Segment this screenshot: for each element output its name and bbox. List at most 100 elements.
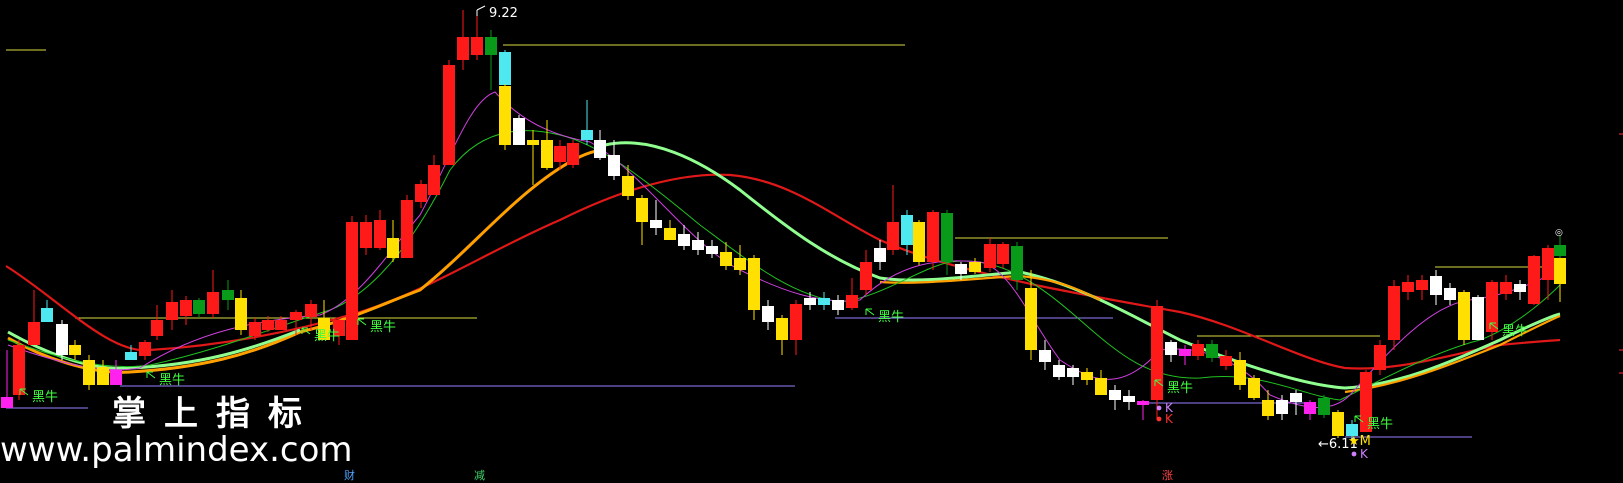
candle-body [776,318,788,340]
candle-body [1402,282,1414,292]
candle-body [1444,288,1456,300]
candle-body [1081,372,1093,380]
candle-body [1514,284,1526,292]
candle-body [97,367,109,385]
marker-jian: 减 [474,469,485,482]
candle-body [305,304,317,317]
candle-body [1206,344,1218,358]
candle-body [513,118,525,145]
candle-body [1472,297,1484,340]
candle-body [443,65,455,165]
candle-body [1318,398,1330,415]
candle-body [275,320,287,330]
candle-body [748,258,760,310]
candle-body [554,146,566,162]
candle-body [139,342,151,356]
candle-body [1067,368,1079,377]
candle-body [955,264,967,274]
candle-body [1039,350,1051,362]
candle-body [1192,344,1204,356]
candle-body [941,213,953,262]
candle-body [846,295,858,308]
candle-body [1276,400,1288,414]
high-price-arrow [476,5,486,16]
k-marker-label: K [1165,412,1174,426]
watermark-cn: 掌上指标 [112,394,320,434]
watermark-url: www.palmindex.com [0,430,353,470]
m-marker-label: ★M [1348,434,1371,449]
candle-body [1,397,13,408]
candle-body [387,238,399,258]
candle-body [28,322,40,345]
candle-body [1304,402,1316,414]
candle-body [249,322,261,336]
candle-body [499,86,511,145]
candle-body [125,352,137,360]
signal-label: 黑牛 [314,329,340,344]
signal-label: 黑牛 [370,320,396,335]
candle-body [262,320,274,330]
signal-label: 黑牛 [1167,381,1193,396]
candle-body [1430,276,1442,295]
candle-body [56,324,68,355]
candle-body [180,300,192,316]
candle-body [193,300,205,314]
candle-body [401,200,413,258]
candle-body [734,258,746,270]
candle-body [1011,246,1023,280]
candle-body [360,222,372,248]
candle-body [1234,360,1246,385]
candle-body [650,220,662,228]
moving-averages [5,91,1561,408]
candle-body [887,222,899,250]
candle-body [41,308,53,322]
candle-body [790,304,802,340]
candle-body [1332,412,1344,436]
candle-body [415,184,427,202]
candle-body [499,52,511,85]
candle-body [594,140,606,158]
candle-body [374,220,386,248]
moving-average-line [7,130,1561,401]
candle-body [832,300,844,310]
candle-body [290,312,302,320]
candle-body [1095,378,1107,395]
candle-body [1554,258,1566,284]
candle-body [692,240,704,250]
candle-body [1179,349,1191,356]
signal-arrow [146,371,156,379]
candle-body [471,37,483,55]
candle-body [151,320,163,336]
marker-zhang: 涨 [1162,469,1173,482]
candle-body [485,37,497,55]
candle-body [428,165,440,195]
k-marker-dot [1156,416,1162,422]
candle-body [1554,245,1566,256]
signal-arrow [865,308,875,316]
candle-body [1262,400,1274,416]
candle-body [804,298,816,305]
candle-body [706,246,718,254]
candle-body [346,222,358,340]
right-edge-marker: ◎ [1555,228,1563,238]
candle-body [235,298,247,330]
k-marker-dot [1351,451,1357,457]
candle-body [457,37,469,60]
moving-average-line [7,141,1561,390]
candle-body [1458,292,1470,340]
candle-body [1123,396,1135,402]
k-marker-dot [1156,405,1162,411]
signal-arrow [357,318,367,326]
candle-body [1542,248,1554,280]
candle-body [1109,390,1121,400]
candle-body [567,143,579,165]
candle-body [69,345,81,355]
candle-body [874,248,886,262]
candle-body [720,252,732,266]
candle-body [581,130,593,140]
k-marker-label: K [1360,447,1369,461]
signal-label: 黑牛 [1502,324,1528,339]
candle-body [636,198,648,222]
candle-body [818,298,830,305]
candle-body [927,212,939,262]
